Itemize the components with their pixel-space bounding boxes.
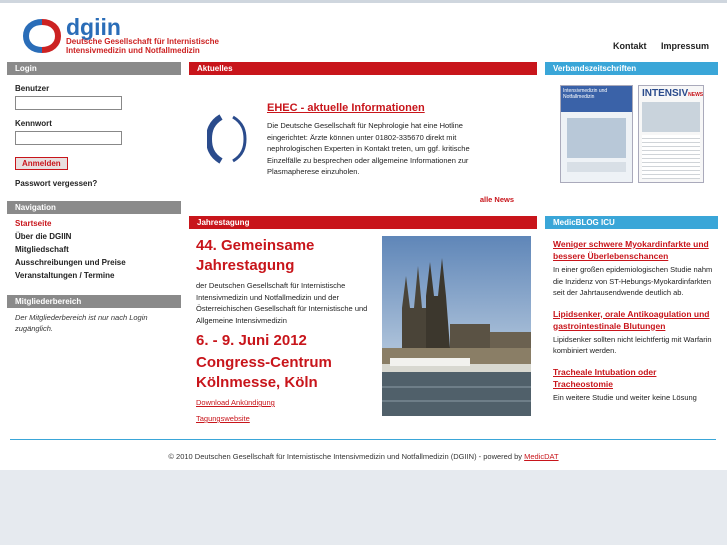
logo-subtitle: Deutsche Gesellschaft für Internistische… bbox=[66, 37, 219, 55]
footer: © 2010 Deutschen Gesellschaft für Intern… bbox=[0, 452, 727, 461]
page: dgiin Deutsche Gesellschaft für Internis… bbox=[0, 0, 727, 470]
nav-item-ueber[interactable]: Über die DGIIN bbox=[15, 230, 181, 243]
logo-icon bbox=[22, 19, 62, 53]
nav-item-startseite[interactable]: Startseite bbox=[15, 217, 181, 230]
login-button[interactable]: Anmelden bbox=[15, 157, 68, 170]
blog-item-1-text: In einer großen epidemiologischen Studie… bbox=[553, 265, 713, 297]
site-logo[interactable]: dgiin Deutsche Gesellschaft für Internis… bbox=[22, 14, 222, 57]
ehec-icon bbox=[207, 114, 247, 164]
news-text: Die Deutsche Gesellschaft für Nephrologi… bbox=[267, 121, 470, 176]
blog-item-1-title[interactable]: Weniger schwere Myokardinfarkte und bess… bbox=[553, 238, 713, 262]
members-text: Der Mitgliederbereich ist nur nach Login… bbox=[15, 313, 148, 333]
nav-item-ausschreibungen[interactable]: Ausschreibungen und Preise bbox=[15, 256, 181, 269]
password-label: Kennwort bbox=[15, 118, 52, 128]
journals-header: Verbandszeitschriften bbox=[545, 62, 718, 75]
members-header: Mitgliederbereich bbox=[7, 295, 181, 308]
all-news-link[interactable]: alle News bbox=[480, 195, 514, 204]
footer-copyright: © 2010 Deutschen Gesellschaft für Intern… bbox=[168, 452, 523, 461]
meeting-text: der Deutschen Gesellschaft für Internist… bbox=[196, 281, 368, 325]
right-column: Verbandszeitschriften Intensivmedizin un… bbox=[545, 62, 718, 403]
journal-cover-1-title: Intensivmedizin und Notfallmedizin bbox=[561, 86, 632, 112]
download-announcement-link[interactable]: Download Ankündigung bbox=[196, 398, 275, 407]
meeting-headline: 44. Gemeinsame Jahrestagung bbox=[196, 237, 315, 274]
nav-impressum-link[interactable]: Impressum bbox=[661, 41, 709, 51]
blog-header: MedicBLOG ICU bbox=[545, 216, 718, 229]
navigation-header: Navigation bbox=[7, 201, 181, 214]
journal-cover-1[interactable]: Intensivmedizin und Notfallmedizin bbox=[560, 85, 633, 183]
footer-divider bbox=[10, 439, 716, 440]
news-headline[interactable]: EHEC - aktuelle Informationen bbox=[267, 102, 425, 114]
left-column: Login Benutzer Kennwort Anmelden Passwor… bbox=[7, 62, 181, 334]
forgot-password-link[interactable]: Passwort vergessen? bbox=[15, 179, 181, 188]
medicdat-link[interactable]: MedicDAT bbox=[524, 452, 558, 461]
password-input[interactable] bbox=[15, 130, 122, 145]
top-navigation: Kontakt Impressum bbox=[601, 41, 709, 51]
journal-cover-1-image bbox=[567, 118, 626, 158]
blog-item-3-text: Ein weitere Studie und weiter keine Lösu… bbox=[553, 392, 697, 402]
blog-item-3-title[interactable]: Tracheale Intubation oder Tracheostomie bbox=[553, 366, 713, 390]
journal-cover-2-title: INTENSIV bbox=[642, 88, 689, 99]
username-input[interactable] bbox=[15, 96, 122, 110]
meeting-venue: Congress-Centrum Kölnmesse, Köln bbox=[196, 354, 332, 391]
nav-item-veranstaltungen[interactable]: Veranstaltungen / Termine bbox=[15, 269, 181, 282]
conference-website-link[interactable]: Tagungswebsite bbox=[196, 414, 250, 423]
journal-cover-2-tag: NEWS bbox=[688, 92, 704, 98]
journal-cover-2[interactable]: INTENSIVNEWS bbox=[638, 85, 704, 183]
username-label: Benutzer bbox=[15, 84, 50, 93]
meeting-header: Jahrestagung bbox=[189, 216, 537, 229]
login-header: Login bbox=[7, 62, 181, 75]
cologne-cathedral-image bbox=[382, 236, 531, 416]
center-column: Aktuelles EHEC - aktuelle Informationen … bbox=[189, 62, 537, 429]
meeting-date: 6. - 9. Juni 2012 bbox=[196, 332, 307, 349]
news-header: Aktuelles bbox=[189, 62, 537, 75]
blog-item-2-title[interactable]: Lipidsenker, orale Antikoagulation und g… bbox=[553, 308, 713, 332]
nav-item-mitgliedschaft[interactable]: Mitgliedschaft bbox=[15, 243, 181, 256]
blog-item-2-text: Lipidsenker sollten nicht leichtfertig m… bbox=[553, 334, 712, 356]
nav-kontakt-link[interactable]: Kontakt bbox=[613, 41, 647, 51]
